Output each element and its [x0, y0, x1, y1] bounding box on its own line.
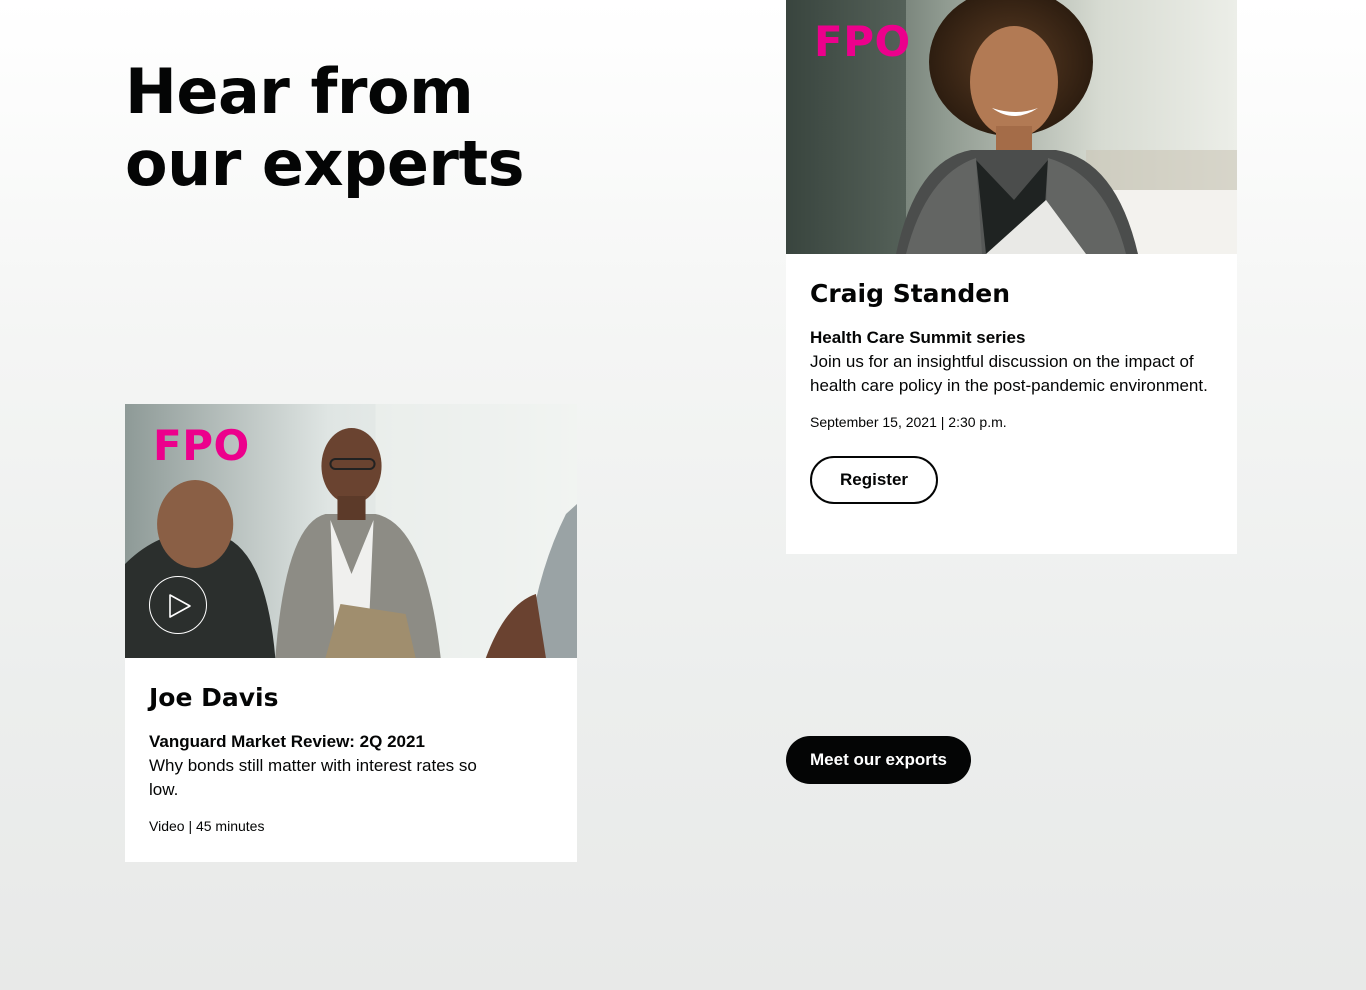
expert-photo: FPO — [786, 0, 1237, 254]
expert-card-craig: FPO Craig Standen Health Care Summit ser… — [786, 0, 1237, 554]
expert-photo: FPO — [125, 404, 577, 658]
event-title: Vanguard Market Review: 2Q 2021 — [149, 732, 425, 751]
expert-card-joe: FPO Joe Davis Vanguard Market Review: 2Q… — [125, 404, 577, 862]
meet-experts-button[interactable]: Meet our exports — [786, 736, 971, 784]
expert-card-body: Joe Davis Vanguard Market Review: 2Q 202… — [125, 658, 577, 860]
video-duration: Video | 45 minutes — [149, 818, 265, 834]
expert-card-body: Craig Standen Health Care Summit series … — [786, 254, 1237, 528]
event-date-time: September 15, 2021 | 2:30 p.m. — [810, 414, 1007, 430]
event-description: Join us for an insightful discussion on … — [810, 352, 1208, 395]
play-button[interactable] — [149, 576, 207, 634]
expert-name: Craig Standen — [810, 279, 1010, 308]
event-description: Why bonds still matter with interest rat… — [149, 756, 477, 799]
headline-line-1: Hear from — [125, 55, 474, 128]
play-icon — [169, 594, 191, 618]
expert-name: Joe Davis — [149, 683, 279, 712]
section-headline: Hear from our experts — [125, 56, 524, 200]
register-button[interactable]: Register — [810, 456, 939, 504]
headline-line-2: our experts — [125, 127, 524, 200]
fpo-label: FPO — [814, 17, 911, 66]
fpo-label: FPO — [153, 421, 250, 470]
event-title: Health Care Summit series — [810, 328, 1026, 347]
